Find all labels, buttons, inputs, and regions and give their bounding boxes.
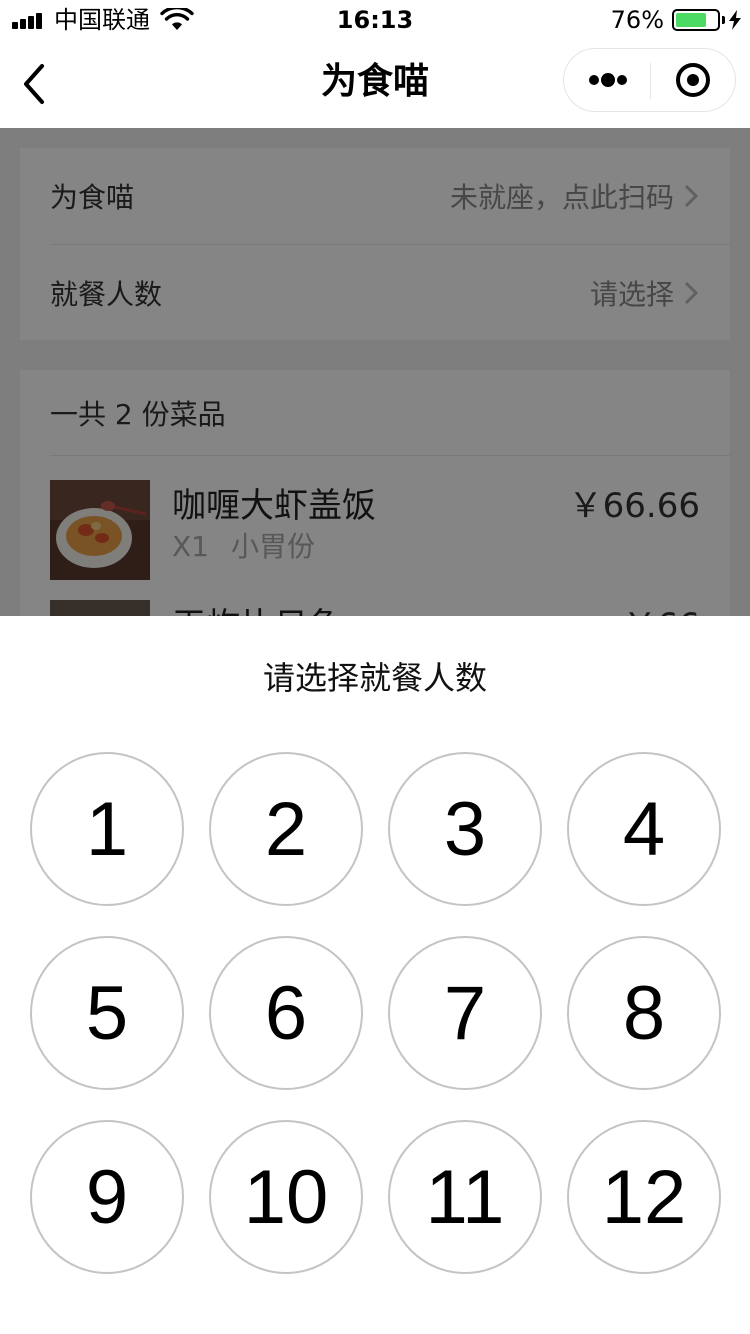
- people-option-4[interactable]: 4: [567, 752, 721, 906]
- battery-icon: [672, 9, 720, 31]
- people-option-8[interactable]: 8: [567, 936, 721, 1090]
- people-option-11[interactable]: 11: [388, 1120, 542, 1274]
- charging-bolt-icon: [729, 10, 741, 30]
- people-option-7[interactable]: 7: [388, 936, 542, 1090]
- close-miniapp-button[interactable]: [651, 49, 737, 111]
- people-option-1[interactable]: 1: [30, 752, 184, 906]
- people-option-10[interactable]: 10: [209, 1120, 363, 1274]
- people-picker-sheet: 请选择就餐人数 1 2 3 4 5 6 7 8 9 10 11 12: [0, 616, 750, 1334]
- people-option-12[interactable]: 12: [567, 1120, 721, 1274]
- people-option-5[interactable]: 5: [30, 936, 184, 1090]
- target-circle-icon: [676, 63, 710, 97]
- people-option-6[interactable]: 6: [209, 936, 363, 1090]
- people-option-3[interactable]: 3: [388, 752, 542, 906]
- people-option-9[interactable]: 9: [30, 1120, 184, 1274]
- nav-bar: 为食喵: [0, 40, 750, 128]
- battery-percent: 76%: [610, 6, 664, 34]
- people-option-2[interactable]: 2: [209, 752, 363, 906]
- number-grid: 1 2 3 4 5 6 7 8 9 10 11 12: [0, 616, 750, 1334]
- miniapp-capsule: [563, 48, 736, 112]
- more-dots-icon: [589, 73, 627, 87]
- more-button[interactable]: [564, 49, 650, 111]
- battery-nub: [722, 16, 725, 24]
- status-bar: 中国联通 16:13 76%: [0, 0, 750, 40]
